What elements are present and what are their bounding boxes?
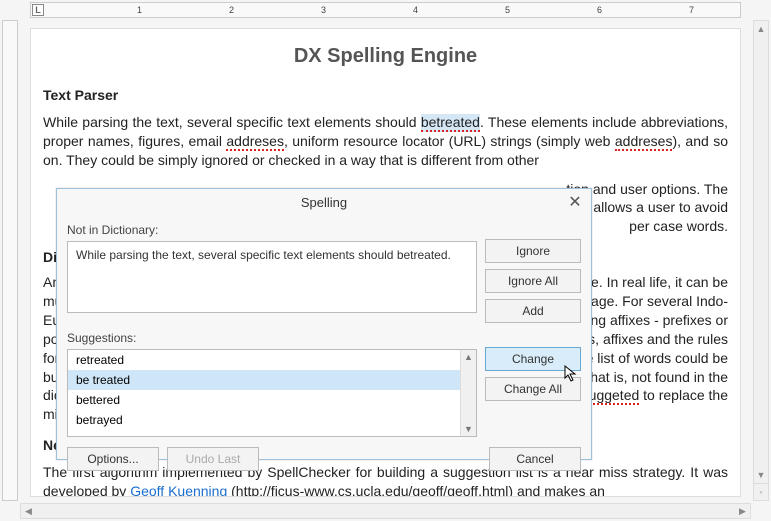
- not-in-dictionary-label: Not in Dictionary:: [67, 223, 477, 237]
- misspelled-word: betreated: [421, 114, 480, 132]
- scroll-up-icon[interactable]: ▲: [754, 21, 768, 36]
- horizontal-scrollbar[interactable]: ◀ ▶: [20, 503, 751, 519]
- ruler-tick-label: 1: [137, 5, 142, 15]
- ruler-tick-label: 5: [505, 5, 510, 15]
- suggestion-item[interactable]: betrayed: [68, 410, 460, 430]
- not-in-dictionary-field[interactable]: [67, 241, 477, 313]
- misspelled-word: addreses: [615, 133, 673, 151]
- hyperlink[interactable]: Geoff Kuenning: [130, 483, 227, 497]
- dialog-title: Spelling ✕: [57, 189, 591, 217]
- add-button[interactable]: Add: [485, 299, 581, 323]
- options-button[interactable]: Options...: [67, 447, 159, 471]
- paragraph: While parsing the text, several specific…: [43, 113, 728, 170]
- section-heading: Text Parser: [43, 86, 728, 105]
- change-all-button[interactable]: Change All: [485, 377, 581, 401]
- vertical-scrollbar[interactable]: ▲ ▼ ◦: [753, 20, 769, 501]
- change-button[interactable]: Change: [485, 347, 581, 371]
- close-button[interactable]: ✕: [565, 193, 585, 213]
- spelling-dialog: Spelling ✕ Not in Dictionary: Ignore Ign…: [56, 188, 592, 460]
- ruler-tick-label: 3: [321, 5, 326, 15]
- scroll-down-icon[interactable]: ▼: [461, 422, 476, 436]
- suggestions-listbox[interactable]: retreatedbe treatedbetteredbetrayed ▲ ▼: [67, 349, 477, 437]
- ruler-tick-label: 6: [597, 5, 602, 15]
- page-nav-icon[interactable]: ◦: [754, 483, 768, 500]
- scroll-up-icon[interactable]: ▲: [461, 350, 476, 364]
- ruler-tick-label: 7: [689, 5, 694, 15]
- scroll-right-icon[interactable]: ▶: [735, 504, 750, 518]
- suggestions-scrollbar[interactable]: ▲ ▼: [460, 350, 476, 436]
- horizontal-ruler[interactable]: L 1 2 3 4 5 6 7: [30, 2, 741, 18]
- ignore-button[interactable]: Ignore: [485, 239, 581, 263]
- misspelled-word: addreses: [226, 133, 284, 151]
- tab-marker[interactable]: L: [32, 4, 44, 16]
- vertical-ruler[interactable]: [2, 20, 18, 501]
- suggestion-item[interactable]: be treated: [68, 370, 460, 390]
- scroll-left-icon[interactable]: ◀: [21, 504, 36, 518]
- page-title: DX Spelling Engine: [43, 43, 728, 70]
- ignore-all-button[interactable]: Ignore All: [485, 269, 581, 293]
- ruler-tick-label: 2: [229, 5, 234, 15]
- close-icon: ✕: [568, 189, 581, 217]
- undo-last-button[interactable]: Undo Last: [167, 447, 259, 471]
- ruler-tick-label: 4: [413, 5, 418, 15]
- scroll-down-icon[interactable]: ▼: [754, 467, 768, 482]
- suggestions-label: Suggestions:: [67, 331, 477, 345]
- suggestion-item[interactable]: retreated: [68, 350, 460, 370]
- cancel-button[interactable]: Cancel: [489, 447, 581, 471]
- suggestion-item[interactable]: bettered: [68, 390, 460, 410]
